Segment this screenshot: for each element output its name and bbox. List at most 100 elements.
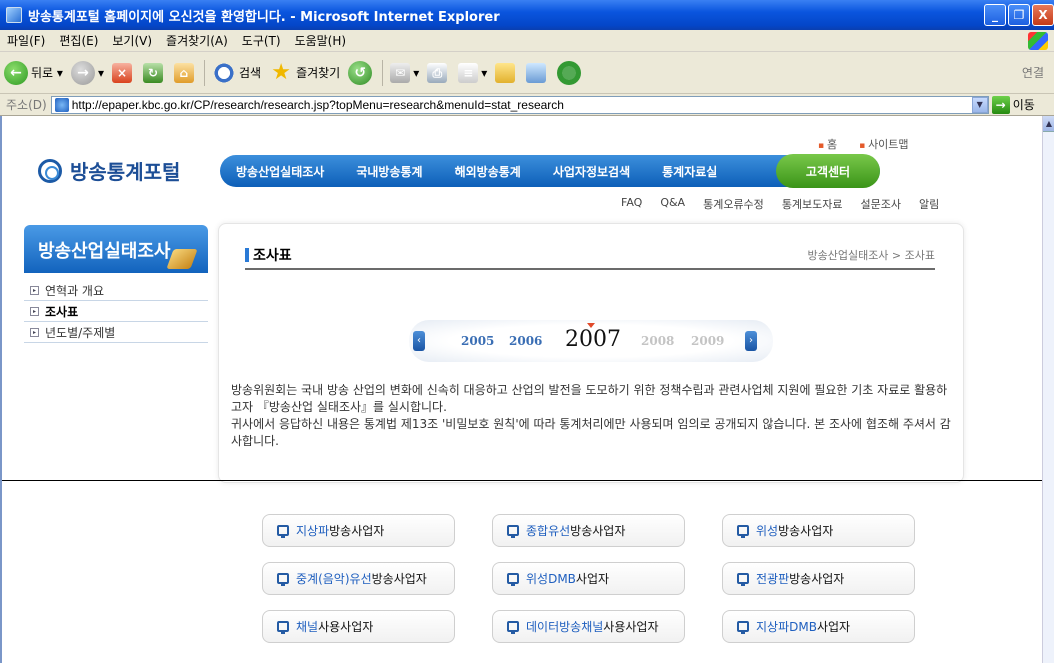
address-url[interactable]: http://epaper.kbc.go.kr/CP/research/rese… [72, 98, 972, 112]
page-icon [54, 97, 69, 112]
mail-button[interactable]: ✉ ▾ [386, 57, 423, 89]
address-dropdown-icon[interactable]: ▼ [971, 96, 988, 113]
print-icon: ⎙ [427, 62, 448, 83]
frame-divider [2, 480, 1042, 481]
intro-paragraph-2: 귀사에서 응답하신 내용은 통계법 제13조 '비밀보호 원칙'에 따라 통계처… [231, 417, 951, 448]
stop-icon: × [111, 62, 132, 83]
refresh-button[interactable]: ↻ [139, 57, 170, 89]
operator-type: 위성 [756, 524, 779, 538]
folder-button[interactable] [491, 57, 522, 89]
next-year-icon[interactable]: › [745, 331, 757, 351]
go-arrow-icon[interactable]: → [991, 95, 1010, 114]
search-button[interactable]: o 검색 [208, 57, 265, 89]
monitor-icon [737, 525, 749, 538]
operator-satellite-dmb-button[interactable]: 위성DMB 사업자 [492, 562, 685, 595]
menu-help[interactable]: 도움말(H) [288, 32, 354, 49]
subnav-survey[interactable]: 설문조사 [861, 196, 901, 212]
year-2005[interactable]: 2005 [461, 334, 494, 348]
year-2009[interactable]: 2009 [691, 334, 724, 348]
subnav-faq[interactable]: FAQ [621, 196, 642, 212]
print-button[interactable]: ⎙ [423, 57, 454, 89]
history-icon: ↺ [348, 60, 373, 85]
back-label: 뒤로 [31, 66, 54, 80]
page-title: 조사표 [253, 248, 292, 264]
home-icon: ⌂ [173, 62, 194, 83]
year-2008[interactable]: 2008 [641, 334, 674, 348]
operator-type: 채널 [296, 620, 319, 634]
menu-tools[interactable]: 도구(T) [235, 32, 288, 49]
go-button[interactable]: 이동 [1013, 96, 1035, 113]
links-label[interactable]: 연결 [1022, 64, 1044, 81]
stop-button[interactable]: × [108, 57, 139, 89]
operator-terrestrial-dmb-button[interactable]: 지상파DMB 사업자 [722, 610, 915, 643]
bullet-box-icon: ▸ [30, 306, 39, 316]
operator-data-channel-button[interactable]: 데이터방송채널 사용사업자 [492, 610, 685, 643]
prev-year-icon[interactable]: ‹ [413, 331, 425, 351]
gnb-operator-search[interactable]: 사업자정보검색 [537, 163, 646, 180]
left-item-history[interactable]: ▸ 연혁과 개요 [24, 280, 208, 301]
bullet-box-icon: ▸ [30, 285, 39, 295]
operator-suffix: 방송사업자 [570, 524, 626, 538]
operator-type: 중계(음악)유선 [296, 572, 372, 586]
research-button[interactable] [522, 57, 553, 89]
toolbar-separator [203, 59, 205, 86]
global-nav: 방송산업실태조사 국내방송통계 해외방송통계 사업자정보검색 통계자료실 고객센… [220, 154, 880, 188]
operator-channel-button[interactable]: 채널 사용사업자 [262, 610, 455, 643]
back-button[interactable]: ← 뒤로 ▾ [0, 57, 67, 89]
menu-view[interactable]: 보기(V) [105, 32, 159, 49]
operator-suffix: 방송사업자 [371, 572, 427, 586]
operator-relay-cable-button[interactable]: 중계(음악)유선 방송사업자 [262, 562, 455, 595]
subnav-error-report[interactable]: 통계오류수정 [703, 196, 764, 212]
back-arrow-icon: ← [4, 60, 28, 85]
home-link[interactable]: 홈 [818, 136, 837, 152]
subnav-press[interactable]: 통계보도자료 [782, 196, 843, 212]
year-2007-selected[interactable]: 2007 [565, 323, 621, 352]
operator-satellite-button[interactable]: 위성 방송사업자 [722, 514, 915, 547]
left-item-label: 년도별/주제별 [45, 325, 116, 340]
site-logo[interactable]: 방송통계포털 [38, 156, 180, 185]
gnb-overseas-stats[interactable]: 해외방송통계 [439, 163, 537, 180]
gnb-research[interactable]: 방송산업실태조사 [220, 163, 340, 180]
history-button[interactable]: ↺ [344, 57, 379, 89]
forward-button[interactable]: → ▾ [67, 57, 108, 89]
left-item-by-year[interactable]: ▸ 년도별/주제별 [24, 322, 208, 343]
left-menu: ▸ 연혁과 개요 ▸ 조사표 ▸ 년도별/주제별 [24, 280, 208, 343]
address-field[interactable]: http://epaper.kbc.go.kr/CP/research/rese… [50, 95, 989, 114]
scroll-up-icon[interactable]: ▲ [1043, 116, 1054, 132]
left-heading-text: 방송산업실태조사 [38, 241, 171, 262]
mail-icon: ✉ [390, 62, 411, 83]
search-icon: o [211, 60, 236, 85]
window-titlebar: 방송통계포털 홈페이지에 오신것을 환영합니다. - Microsoft Int… [0, 0, 1054, 30]
sitemap-link[interactable]: 사이트맵 [859, 136, 908, 152]
restore-button[interactable]: ❐ [1008, 4, 1030, 26]
left-item-questionnaire[interactable]: ▸ 조사표 [24, 301, 208, 322]
minimize-button[interactable]: _ [984, 4, 1006, 26]
operator-type: 데이터방송채널 [526, 620, 604, 634]
subnav-notice[interactable]: 알림 [919, 196, 939, 212]
edit-button[interactable]: ≡ ▾ [454, 57, 491, 89]
operator-terrestrial-button[interactable]: 지상파 방송사업자 [262, 514, 455, 547]
gnb-domestic-stats[interactable]: 국내방송통계 [340, 163, 438, 180]
content-panel: 조사표 방송산업실태조사 > 조사표 ‹ 2005 2006 2007 2008… [218, 223, 964, 483]
favorites-label: 즐겨찾기 [296, 66, 341, 80]
gnb-customer-center[interactable]: 고객센터 [776, 154, 880, 188]
menu-file[interactable]: 파일(F) [0, 32, 52, 49]
year-2006[interactable]: 2006 [509, 334, 542, 348]
vertical-scrollbar[interactable]: ▲ [1042, 116, 1054, 663]
logo-mark-icon [38, 158, 62, 183]
operator-cable-button[interactable]: 종합유선 방송사업자 [492, 514, 685, 547]
menu-favorites[interactable]: 즐겨찾기(A) [159, 32, 235, 49]
subnav-qna[interactable]: Q&A [660, 196, 685, 212]
gnb-library[interactable]: 통계자료실 [646, 163, 733, 180]
operator-billboard-button[interactable]: 전광판 방송사업자 [722, 562, 915, 595]
messenger-icon [557, 60, 582, 85]
home-button[interactable]: ⌂ [170, 57, 201, 89]
window-title: 방송통계포털 홈페이지에 오신것을 환영합니다. - Microsoft Int… [28, 9, 500, 25]
messenger-button[interactable] [553, 57, 588, 89]
favorites-button[interactable]: ★ 즐겨찾기 [265, 57, 344, 89]
forward-arrow-icon: → [70, 60, 95, 85]
operator-suffix: 사업자 [816, 620, 851, 634]
close-button[interactable]: X [1032, 4, 1054, 26]
monitor-icon [737, 573, 749, 586]
menu-edit[interactable]: 편집(E) [52, 32, 105, 49]
